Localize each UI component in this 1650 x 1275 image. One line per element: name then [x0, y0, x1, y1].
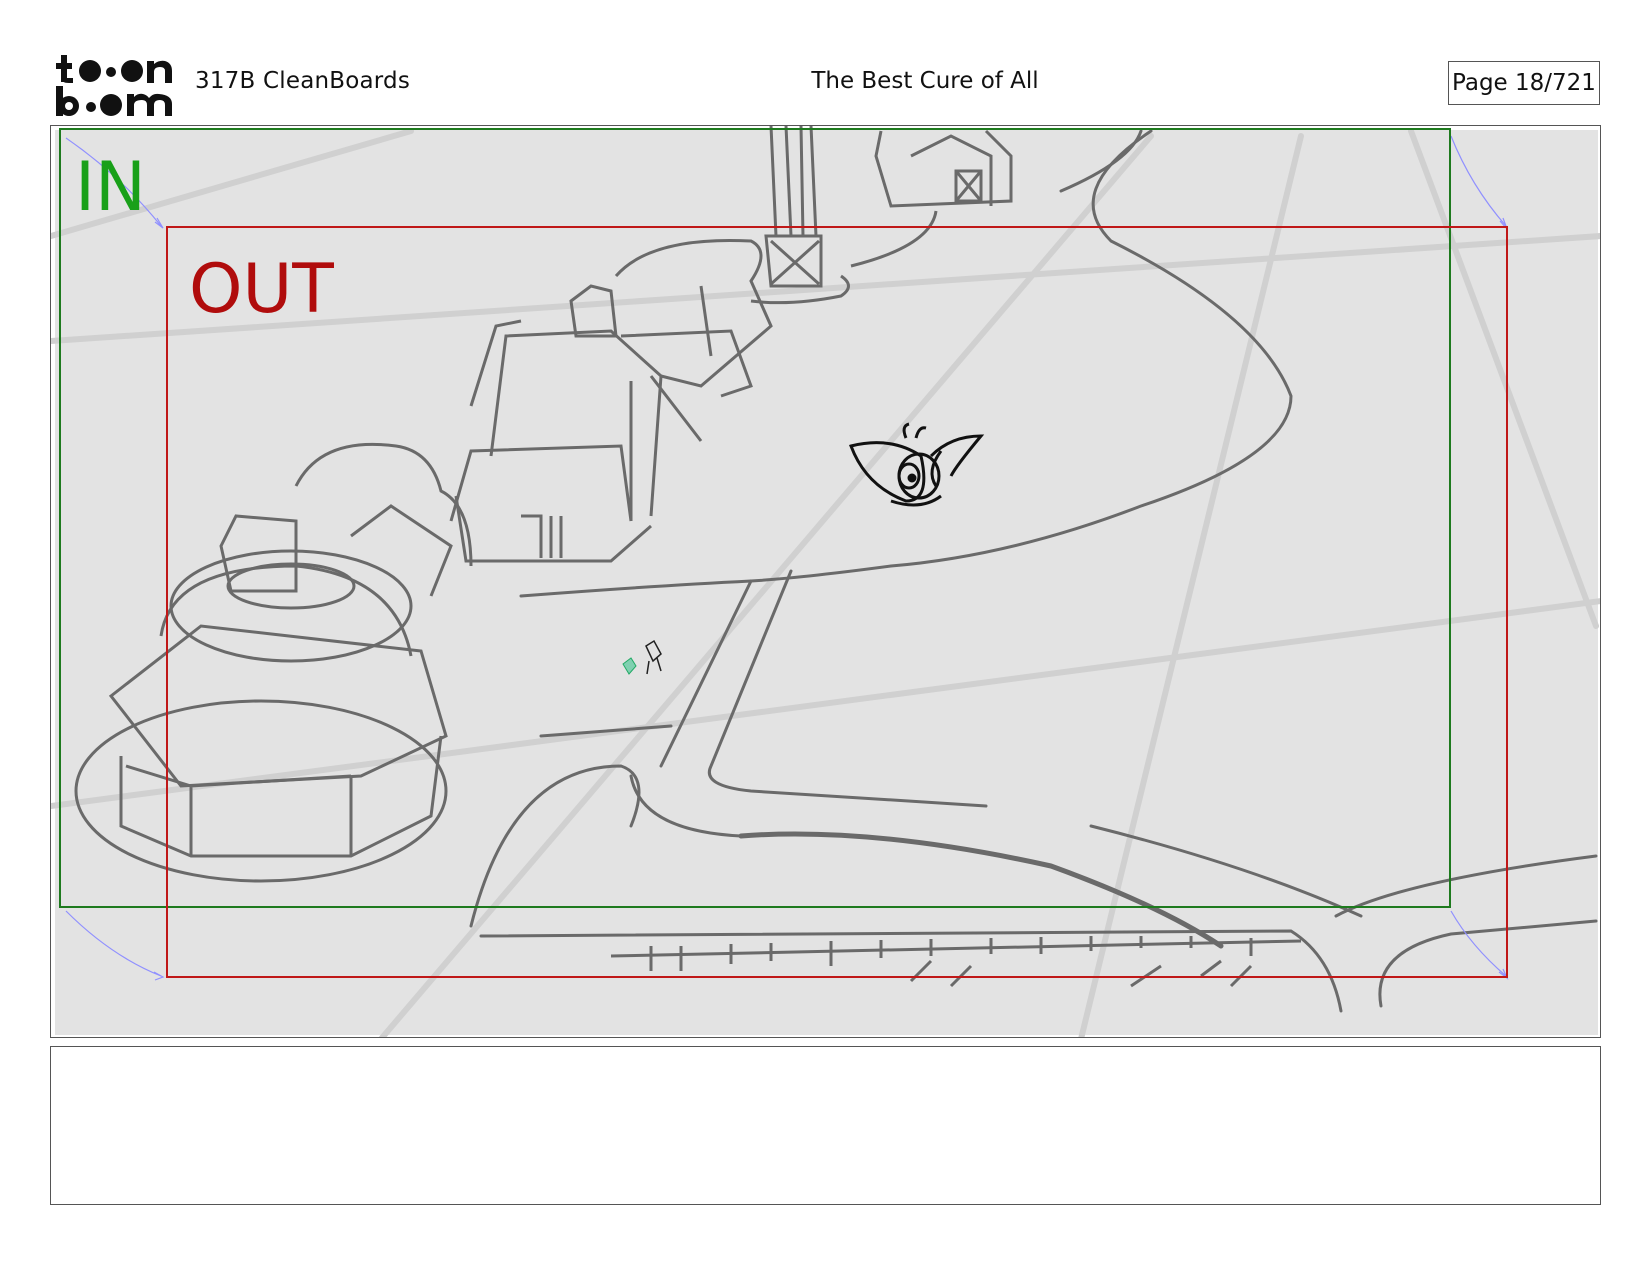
page-indicator: Page 18/721: [1448, 61, 1600, 105]
storyboard-panel: IN OUT: [50, 125, 1601, 1038]
episode-title: The Best Cure of All: [811, 68, 1039, 94]
in-frame-label: IN: [75, 148, 146, 227]
panel-notes-box[interactable]: [50, 1046, 1601, 1205]
out-frame-label: OUT: [189, 250, 334, 329]
